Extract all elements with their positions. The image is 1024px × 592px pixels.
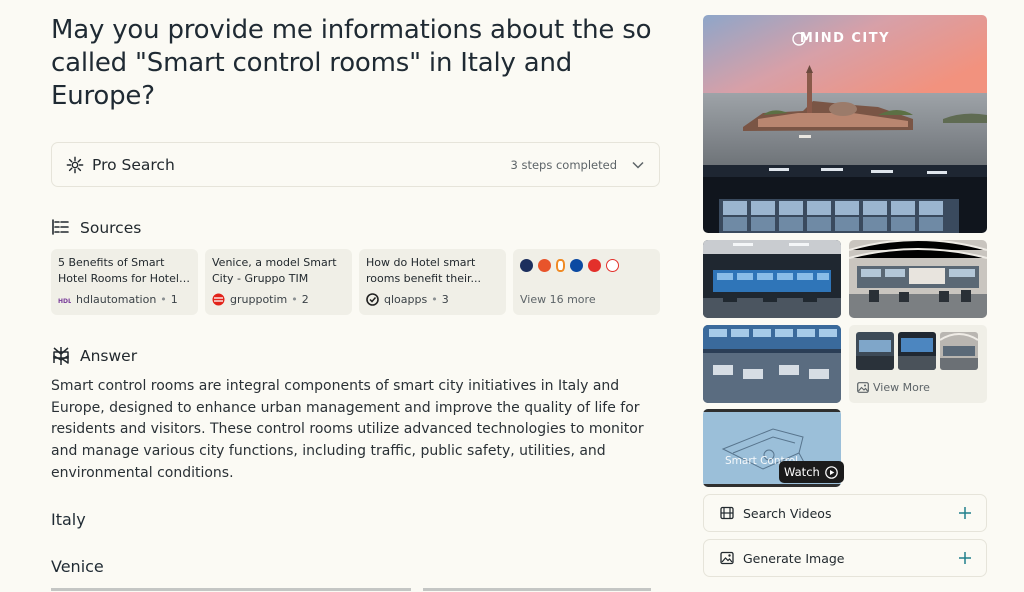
image-icon [857,382,869,393]
generate-image-button[interactable]: Generate Image [703,539,987,577]
perplexity-logo-icon [53,347,69,365]
watch-button[interactable]: Watch [779,461,844,483]
favicon-icon [606,258,619,272]
answer-heading: Answer [51,346,137,366]
source-card[interactable]: 5 Benefits of Smart Hotel Rooms for Hote… [51,249,198,315]
control-room-image[interactable] [703,325,841,403]
image-generate-icon [720,551,734,565]
qloapps-favicon-icon [366,293,379,306]
subheading-italy: Italy [51,510,86,529]
source-favicons [520,257,653,273]
pro-search-label: Pro Search [92,155,175,174]
watch-label: Watch [784,465,820,479]
source-domain: qloapps [384,293,428,306]
source-domain: hdlautomation [76,293,157,306]
steps-status: 3 steps completed [510,157,617,172]
chevron-down-icon[interactable] [631,158,645,172]
source-title: 5 Benefits of Smart Hotel Rooms for Hote… [58,256,179,285]
tim-favicon-icon [212,293,225,306]
view-more-images-label: View More [873,381,930,394]
source-index: 2 [301,293,309,306]
pro-search-toggle[interactable]: Pro Search 3 steps completed [51,142,660,187]
favicon-icon [538,258,551,272]
source-index: 3 [441,293,449,306]
source-title: Venice, a model Smart City - Gruppo TIM [212,256,337,285]
hdl-favicon-icon: HDL [58,293,71,306]
control-room-image[interactable] [849,240,987,318]
truncated-text [51,586,651,592]
question-title: May you provide me informations about th… [51,15,652,111]
sources-heading-label: Sources [80,219,142,237]
view-more-sources-card[interactable]: View 16 more [513,249,660,315]
thumbnail-image [940,332,978,370]
subheading-venice: Venice [51,557,104,576]
svg-text:HDL: HDL [58,297,71,304]
generate-image-label: Generate Image [743,550,845,566]
answer-paragraph: Smart control rooms are integral compone… [51,378,644,481]
source-index: 1 [170,293,178,306]
source-card[interactable]: Venice, a model Smart City - Gruppo TIM … [205,249,352,315]
answer-heading-label: Answer [80,347,138,365]
control-room-image[interactable] [703,240,841,318]
thumbnail-image [898,332,936,370]
favicon-icon [520,258,533,272]
sources-list: 5 Benefits of Smart Hotel Rooms for Hote… [51,249,660,315]
play-icon [825,465,838,479]
favicon-icon [556,258,565,272]
plus-icon [959,552,971,564]
hero-image-venice[interactable]: MIND CITY [703,15,987,233]
search-videos-label: Search Videos [743,505,832,521]
search-videos-button[interactable]: Search Videos [703,494,987,532]
source-domain: gruppotim [230,293,288,306]
plus-icon [959,507,971,519]
sparkle-icon [66,156,84,173]
favicon-icon [570,258,583,272]
sources-heading: Sources [51,218,141,238]
list-icon [52,219,69,235]
thumbnail-image [856,332,894,370]
favicon-icon [588,258,601,272]
film-icon [720,506,734,520]
source-title: How do Hotel smart rooms benefit their..… [366,256,482,285]
view-more-images-card[interactable]: View More [849,325,987,403]
view-more-sources-label: View 16 more [520,293,596,306]
mind-city-brand: MIND CITY [799,31,891,46]
source-card[interactable]: How do Hotel smart rooms benefit their..… [359,249,506,315]
